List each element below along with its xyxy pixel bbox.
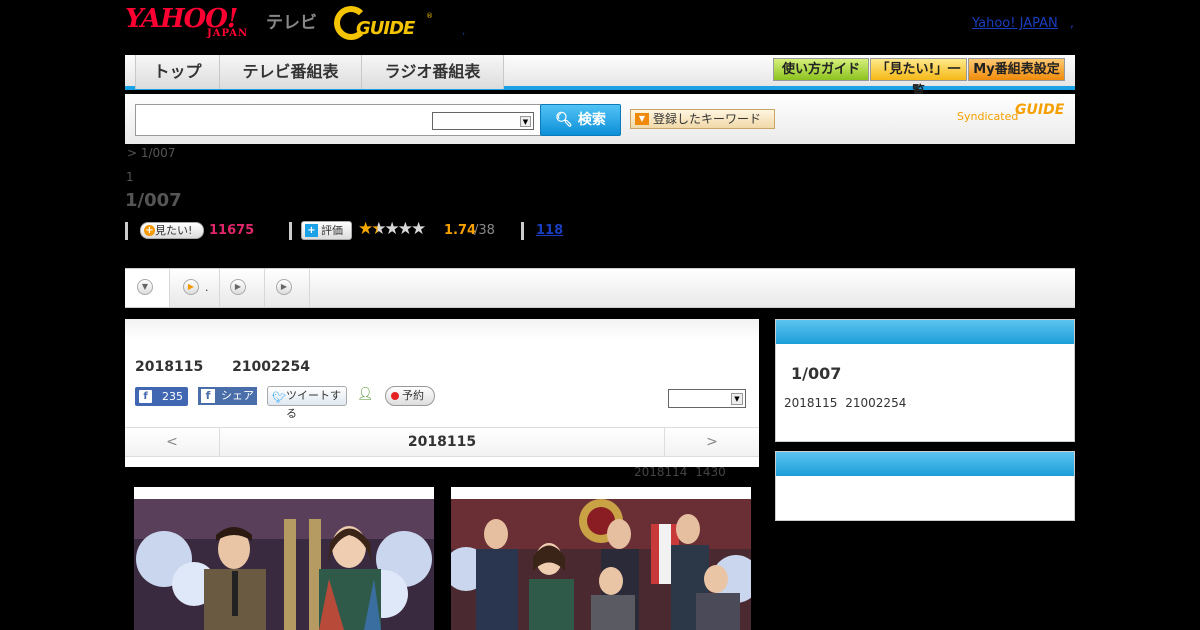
want-list-button[interactable]: 「見たい!」一覧 [870, 58, 967, 99]
play-icon: ▶ [276, 279, 292, 295]
twitter-bird-icon: 🐦︎ [272, 391, 286, 404]
summary-datetime: 2018115 21002254 [784, 396, 907, 410]
star-half-icon: ★ [371, 219, 386, 239]
my-listings-settings-button[interactable]: My番組表設定 [968, 58, 1065, 81]
play-icon: ▶ [230, 279, 246, 295]
want-to-watch-button[interactable]: + 見たい! [140, 222, 204, 239]
stat-divider [289, 222, 292, 240]
stat-divider [521, 222, 524, 240]
page-title: 1/007 [125, 190, 182, 211]
rate-label: 評価 [321, 224, 343, 237]
tab-3[interactable]: ▶ [220, 269, 265, 307]
want-to-watch-label: 見たい! [155, 224, 193, 237]
summary-box-header [776, 320, 1074, 344]
prev-date-button[interactable]: < [125, 428, 220, 456]
registered-keywords-button[interactable]: ▼ 登録したキーワード [630, 109, 775, 129]
search-icon: 🔍︎ [555, 112, 573, 128]
gguide-registered-mark: ® [426, 12, 433, 20]
tab-2-label: . [205, 281, 209, 294]
search-category-select[interactable]: ▼ [432, 112, 534, 130]
reserve-label: 予約 [402, 389, 424, 402]
search-button-label: 検索 [577, 112, 606, 128]
header-link-dot: , [1070, 16, 1074, 30]
nav-tab-radio-listings[interactable]: ラジオ番組表 [362, 55, 504, 89]
chevron-down-icon: ▼ [520, 116, 531, 127]
date-navigation: < 2018115 > [125, 427, 759, 457]
yahoo-japan-link[interactable]: Yahoo! JAPAN [972, 16, 1058, 31]
rating-value: 1.74 [444, 223, 477, 238]
tab-4[interactable]: ▶ [265, 269, 310, 307]
reserve-button[interactable]: 予約 [385, 386, 435, 406]
program-subtitle: 1 [126, 170, 134, 184]
facebook-icon: f [201, 389, 215, 403]
nav-tab-tv-listings[interactable]: テレビ番組表 [220, 55, 362, 89]
star-icon: ★ [384, 219, 400, 239]
syndicated-gguide-logo: GUIDE [1015, 102, 1065, 118]
program-photo-1[interactable] [134, 487, 434, 630]
want-count: 11675 [209, 223, 255, 238]
plus-icon: + [305, 224, 318, 237]
star-icon: ★ [397, 219, 413, 239]
program-photo-2[interactable] [451, 487, 751, 630]
sidebar-box-header [776, 452, 1074, 476]
photo-image [134, 499, 434, 630]
broadcast-date-time: 2018115 21002254 [135, 359, 310, 375]
tweet-button[interactable]: 🐦︎ ツイートする [267, 386, 347, 420]
nav-tab-top[interactable]: トップ [135, 55, 220, 89]
review-count-link[interactable]: 118 [536, 223, 563, 238]
rating-stars: ★★★★★ [358, 219, 426, 239]
star-icon: ★ [411, 219, 426, 239]
facebook-share-label: シェア [221, 389, 254, 402]
global-nav: トップ テレビ番組表 ラジオ番組表 使い方ガイド 「見たい!」一覧 My番組表設… [125, 55, 1075, 99]
chevron-down-icon: ▼ [635, 113, 649, 125]
program-summary-box: 1/007 2018115 21002254 [775, 319, 1075, 442]
next-date-button[interactable]: > [664, 428, 759, 456]
yahoo-japan-logo[interactable]: YAHOO! JAPAN [125, 6, 260, 42]
search-bar: ▼ 🔍︎ 検索 ▼ 登録したキーワード Syndicated GUIDE [125, 94, 1075, 144]
rate-button[interactable]: + 評価 [301, 221, 352, 240]
photo-image [451, 499, 751, 630]
chevron-down-icon: ▼ [731, 393, 743, 405]
program-tabs: ▼ ▶ . ▶ ▶ [125, 268, 1075, 308]
tweet-label: ツイートする [286, 389, 341, 420]
sidebar-box [775, 451, 1075, 521]
summary-title: 1/007 [791, 364, 842, 383]
chevron-down-icon: ▼ [137, 279, 153, 295]
broadcast-select[interactable]: ▼ [668, 389, 746, 408]
registered-keywords-label: 登録したキーワード [653, 112, 762, 126]
syndicated-label: Syndicated [957, 110, 1019, 123]
usage-guide-button[interactable]: 使い方ガイド [773, 58, 869, 81]
yahoo-japan-text: JAPAN [207, 28, 249, 39]
tab-2[interactable]: ▶ . [170, 269, 220, 307]
facebook-icon: f [139, 390, 152, 403]
broadcast-panel: 2018115 21002254 f 235 f シェア 🐦︎ ツイートする 👤… [125, 319, 759, 467]
tv-label: テレビ [266, 13, 317, 33]
header-dot: , [462, 26, 466, 37]
facebook-like-count: 235 [162, 390, 183, 403]
panel-header [125, 319, 759, 339]
current-date: 2018115 [407, 434, 477, 450]
updated-timestamp: 2018114 1430 [634, 465, 726, 479]
tab-program-info[interactable]: ▼ [125, 269, 170, 307]
gguide-logo-text: GUIDE [356, 18, 415, 39]
stat-divider [125, 222, 128, 240]
facebook-share-button[interactable]: f シェア [198, 387, 257, 405]
rating-count: /38 [474, 223, 495, 238]
star-icon: ★ [358, 219, 373, 239]
play-icon: ▶ [183, 279, 199, 295]
gguide-logo[interactable]: GUIDE ® [334, 6, 434, 40]
facebook-like-button[interactable]: f 235 [135, 387, 188, 406]
plus-icon: + [144, 225, 155, 236]
search-button[interactable]: 🔍︎ 検索 [540, 104, 621, 136]
record-dot-icon [391, 392, 399, 400]
breadcrumb[interactable]: > 1/007 [127, 146, 175, 160]
add-person-icon[interactable]: 👤︎ [357, 387, 374, 403]
